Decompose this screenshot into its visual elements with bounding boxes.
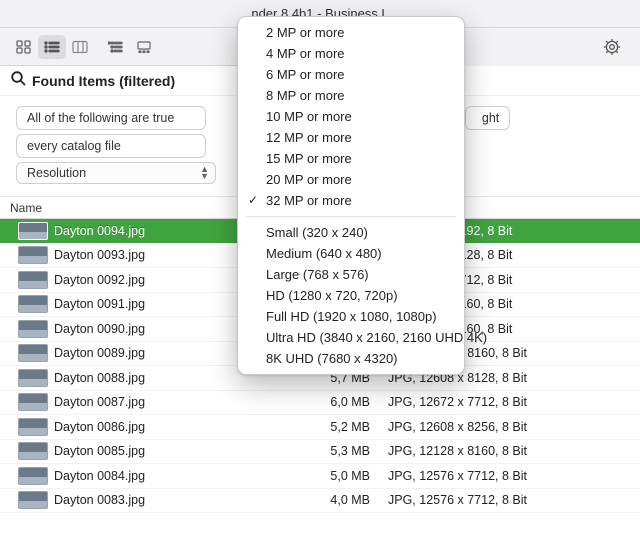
file-size: 6,0 MB	[300, 395, 380, 409]
thumbnail-icon	[18, 442, 48, 460]
thumbnail-icon	[18, 222, 48, 240]
file-size: 5,2 MB	[300, 420, 380, 434]
view-mode-group	[10, 35, 158, 59]
media-info: JPG, 12576 x 7712, 8 Bit	[380, 469, 640, 483]
file-size: 5,3 MB	[300, 444, 380, 458]
thumbnail-icon	[18, 320, 48, 338]
file-name: Dayton 0086.jpg	[54, 420, 300, 434]
view-grid-button[interactable]	[10, 35, 38, 59]
thumbnail-icon	[18, 393, 48, 411]
menu-item[interactable]: 15 MP or more	[238, 148, 464, 169]
settings-button[interactable]	[598, 35, 626, 59]
file-name: Dayton 0084.jpg	[54, 469, 300, 483]
thumbnail-icon	[18, 271, 48, 289]
updown-icon: ▲▼	[200, 166, 209, 180]
file-size: 4,0 MB	[300, 493, 380, 507]
menu-item[interactable]: 20 MP or more	[238, 169, 464, 190]
filmstrip-icon	[135, 40, 153, 54]
resolution-menu[interactable]: 2 MP or more4 MP or more6 MP or more8 MP…	[237, 16, 465, 375]
media-info: JPG, 12128 x 8160, 8 Bit	[380, 444, 640, 458]
menu-item[interactable]: Large (768 x 576)	[238, 264, 464, 285]
menu-item[interactable]: 2 MP or more	[238, 22, 464, 43]
table-row[interactable]: Dayton 0083.jpg4,0 MBJPG, 12576 x 7712, …	[0, 489, 640, 514]
columns-icon	[72, 40, 88, 54]
filter-every-catalog[interactable]: every catalog file	[16, 134, 206, 158]
media-info: JPG, 12608 x 8256, 8 Bit	[380, 420, 640, 434]
magnify-icon	[10, 70, 26, 91]
view-list-button[interactable]	[38, 35, 66, 59]
thumbnail-icon	[18, 369, 48, 387]
menu-item[interactable]: 12 MP or more	[238, 127, 464, 148]
menu-item[interactable]: 32 MP or more	[238, 190, 464, 211]
file-name: Dayton 0087.jpg	[54, 395, 300, 409]
table-row[interactable]: Dayton 0084.jpg5,0 MBJPG, 12576 x 7712, …	[0, 464, 640, 489]
view-columns-button[interactable]	[66, 35, 94, 59]
resolution-select[interactable]: Resolution ▲▼	[16, 162, 216, 184]
thumbnail-icon	[18, 491, 48, 509]
filter-all-true[interactable]: All of the following are true	[16, 106, 206, 130]
thumbnail-icon	[18, 344, 48, 362]
menu-item[interactable]: HD (1280 x 720, 720p)	[238, 285, 464, 306]
file-size: 5,0 MB	[300, 469, 380, 483]
thumbnail-icon	[18, 418, 48, 436]
menu-item[interactable]: Medium (640 x 480)	[238, 243, 464, 264]
menu-item[interactable]: 8K UHD (7680 x 4320)	[238, 348, 464, 369]
thumbnail-icon	[18, 467, 48, 485]
menu-item[interactable]: Small (320 x 240)	[238, 222, 464, 243]
table-row[interactable]: Dayton 0087.jpg6,0 MBJPG, 12672 x 7712, …	[0, 391, 640, 416]
menu-item[interactable]: 8 MP or more	[238, 85, 464, 106]
thumbnail-icon	[18, 246, 48, 264]
thumbnail-icon	[18, 295, 48, 313]
right-button-partial[interactable]: ght	[465, 106, 510, 130]
menu-separator	[246, 216, 456, 217]
gear-icon	[603, 38, 621, 56]
media-info: JPG, 12576 x 7712, 8 Bit	[380, 493, 640, 507]
found-label: Found Items (filtered)	[32, 73, 175, 89]
menu-item[interactable]: Full HD (1920 x 1080, 1080p)	[238, 306, 464, 327]
view-outline-button[interactable]	[102, 35, 130, 59]
view-film-button[interactable]	[130, 35, 158, 59]
grid-icon	[16, 40, 32, 54]
media-info: JPG, 12672 x 7712, 8 Bit	[380, 395, 640, 409]
menu-item[interactable]: 4 MP or more	[238, 43, 464, 64]
toolbar-right	[460, 28, 640, 66]
resolution-select-label: Resolution	[27, 166, 200, 180]
menu-item[interactable]: 10 MP or more	[238, 106, 464, 127]
list-icon	[44, 40, 60, 54]
outline-icon	[108, 40, 124, 54]
table-row[interactable]: Dayton 0086.jpg5,2 MBJPG, 12608 x 8256, …	[0, 415, 640, 440]
table-row[interactable]: Dayton 0085.jpg5,3 MBJPG, 12128 x 8160, …	[0, 440, 640, 465]
menu-item[interactable]: Ultra HD (3840 x 2160, 2160 UHD 4K)	[238, 327, 464, 348]
file-name: Dayton 0085.jpg	[54, 444, 300, 458]
file-name: Dayton 0083.jpg	[54, 493, 300, 507]
menu-item[interactable]: 6 MP or more	[238, 64, 464, 85]
